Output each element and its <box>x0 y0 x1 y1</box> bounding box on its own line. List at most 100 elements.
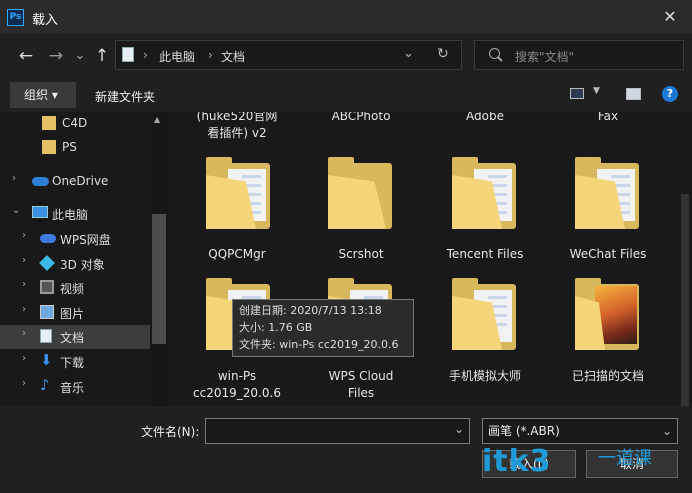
file-label: Files <box>347 386 375 400</box>
file-item-folder[interactable]: QQPCMgr <box>182 246 292 263</box>
sidebar-item-documents[interactable]: › 文档 <box>0 325 150 349</box>
document-icon <box>122 47 134 62</box>
sidebar-item-ps[interactable]: PS <box>0 136 150 160</box>
close-icon[interactable]: ✕ <box>658 6 682 28</box>
filename-field[interactable]: ⌄ <box>205 418 470 444</box>
sidebar-item-music[interactable]: › ♪ 音乐 <box>0 375 150 399</box>
file-label: Tencent Files <box>446 247 524 261</box>
file-item-folder[interactable]: Scrshot <box>306 246 416 263</box>
search-box[interactable]: 搜索"文档" <box>474 40 684 70</box>
address-bar[interactable]: › 此电脑 › 文档 ⌄ ↻ <box>115 40 462 70</box>
chevron-right-icon: › <box>22 279 26 290</box>
content-scroll-thumb[interactable] <box>681 194 689 406</box>
search-placeholder: 搜索"文档" <box>515 50 575 64</box>
chevron-right-icon: › <box>22 328 26 339</box>
recent-locations-icon[interactable]: ⌄ <box>70 45 90 67</box>
sidebar-item-label: C4D <box>62 116 88 130</box>
watermark-caption: 一道课 <box>598 448 652 469</box>
file-item-folder[interactable]: 已扫描的文档 <box>553 368 663 385</box>
breadcrumb-this-pc[interactable]: 此电脑 <box>159 48 195 65</box>
file-label: QQPCMgr <box>208 247 266 261</box>
tooltip-size: 大小: 1.76 GB <box>239 321 313 334</box>
file-list: (huke520官网 看插件) v2 ABCPhoto Adobe Fax QQ… <box>168 112 678 406</box>
file-item-folder[interactable]: Fax <box>553 112 663 125</box>
chevron-right-icon: › <box>12 173 16 184</box>
file-label: ABCPhoto <box>331 112 391 123</box>
sidebar-item-c4d[interactable]: C4D <box>0 112 150 136</box>
sidebar-item-label: 3D 对象 <box>60 258 105 272</box>
window-title: 载入 <box>32 13 59 28</box>
new-folder-button[interactable]: 新建文件夹 <box>95 88 155 105</box>
sidebar-item-pictures[interactable]: › 图片 <box>0 301 150 325</box>
sidebar-item-this-pc[interactable]: ⌄ 此电脑 <box>0 202 150 226</box>
chevron-right-icon: › <box>22 304 26 315</box>
sidebar-item-onedrive[interactable]: › OneDrive <box>0 170 150 194</box>
file-item-folder[interactable]: Tencent Files <box>430 246 540 263</box>
download-arrow-icon: ⬇ <box>40 351 53 369</box>
file-label: WeChat Files <box>569 247 647 261</box>
sidebar-item-3d-objects[interactable]: › 3D 对象 <box>0 252 150 276</box>
back-arrow-icon[interactable]: ← <box>16 45 36 67</box>
chevron-right-icon: › <box>22 230 26 241</box>
file-item-folder[interactable]: (huke520官网 看插件) v2 <box>182 112 292 142</box>
file-tooltip: 创建日期: 2020/7/13 13:18 大小: 1.76 GB 文件夹: w… <box>232 299 414 357</box>
navigation-pane: C4D PS › OneDrive ⌄ 此电脑 › WPS网盘 › 3D 对象 … <box>0 112 168 406</box>
cloud-icon <box>32 177 49 186</box>
file-item-folder[interactable]: WeChat Files <box>553 246 663 263</box>
cloud-icon <box>40 234 56 243</box>
search-icon-handle <box>497 56 503 62</box>
folder-icon <box>42 140 56 154</box>
watermark-logo: itk3 <box>482 444 552 479</box>
file-label: 手机模拟大师 <box>448 369 521 383</box>
organize-button[interactable]: 组织 ▾ <box>10 82 76 108</box>
sidebar-item-label: 下载 <box>60 356 85 370</box>
chevron-down-icon[interactable]: ⌄ <box>454 422 464 436</box>
file-item-folder[interactable]: Adobe <box>430 112 540 125</box>
chevron-right-icon: › <box>22 255 26 266</box>
video-icon <box>40 280 54 294</box>
filetype-select[interactable]: 画笔 (*.ABR) ⌄ <box>482 418 678 444</box>
sidebar-item-label: PS <box>62 140 77 154</box>
document-icon <box>40 329 52 343</box>
refresh-icon[interactable]: ↻ <box>437 46 449 62</box>
sidebar-item-downloads[interactable]: › ⬇ 下载 <box>0 350 150 374</box>
file-item-folder[interactable]: ABCPhoto <box>306 112 416 125</box>
file-label: Fax <box>597 112 619 123</box>
chevron-right-icon: › <box>22 353 26 364</box>
filename-label: 文件名(N): <box>141 425 200 439</box>
sidebar-item-label: 此电脑 <box>52 208 89 222</box>
sidebar-scroll-thumb[interactable] <box>152 214 166 344</box>
title-bar <box>0 0 692 34</box>
file-item-folder[interactable]: win-Ps cc2019_20.0.6 <box>182 368 292 402</box>
file-item-folder[interactable]: 手机模拟大师 <box>430 368 540 385</box>
computer-icon <box>32 206 48 218</box>
breadcrumb-separator: › <box>208 48 213 62</box>
file-label: (huke520官网 <box>196 112 278 123</box>
cube-icon <box>39 255 55 271</box>
file-item-folder[interactable]: WPS Cloud Files <box>306 368 416 402</box>
help-icon[interactable]: ? <box>662 86 678 102</box>
file-label: cc2019_20.0.6 <box>193 386 281 400</box>
address-dropdown-icon[interactable]: ⌄ <box>403 46 414 61</box>
sidebar-item-wps-drive[interactable]: › WPS网盘 <box>0 227 150 251</box>
up-arrow-icon[interactable]: ↑ <box>92 45 112 67</box>
chevron-down-icon[interactable]: ⌄ <box>662 419 672 443</box>
filetype-value: 画笔 (*.ABR) <box>488 424 560 438</box>
content-scrollbar[interactable] <box>678 112 692 406</box>
preview-pane-icon[interactable] <box>626 88 641 100</box>
breadcrumb-documents[interactable]: 文档 <box>221 48 245 65</box>
file-label: 已扫描的文档 <box>571 369 644 383</box>
forward-arrow-icon[interactable]: → <box>46 45 66 67</box>
pictures-icon <box>40 305 54 319</box>
folder-icon <box>42 116 56 130</box>
sidebar-item-videos[interactable]: › 视频 <box>0 276 150 300</box>
view-options-icon[interactable] <box>570 88 584 99</box>
sidebar-item-label: 音乐 <box>60 381 85 395</box>
sidebar-item-label: 视频 <box>60 282 85 296</box>
chevron-right-icon: › <box>22 378 26 389</box>
scroll-up-icon[interactable]: ▲ <box>154 115 160 124</box>
view-dropdown-icon[interactable]: ▼ <box>593 86 600 96</box>
photoshop-icon: Ps <box>7 9 24 26</box>
file-label: Adobe <box>466 112 504 123</box>
sidebar-item-label: OneDrive <box>52 174 109 188</box>
